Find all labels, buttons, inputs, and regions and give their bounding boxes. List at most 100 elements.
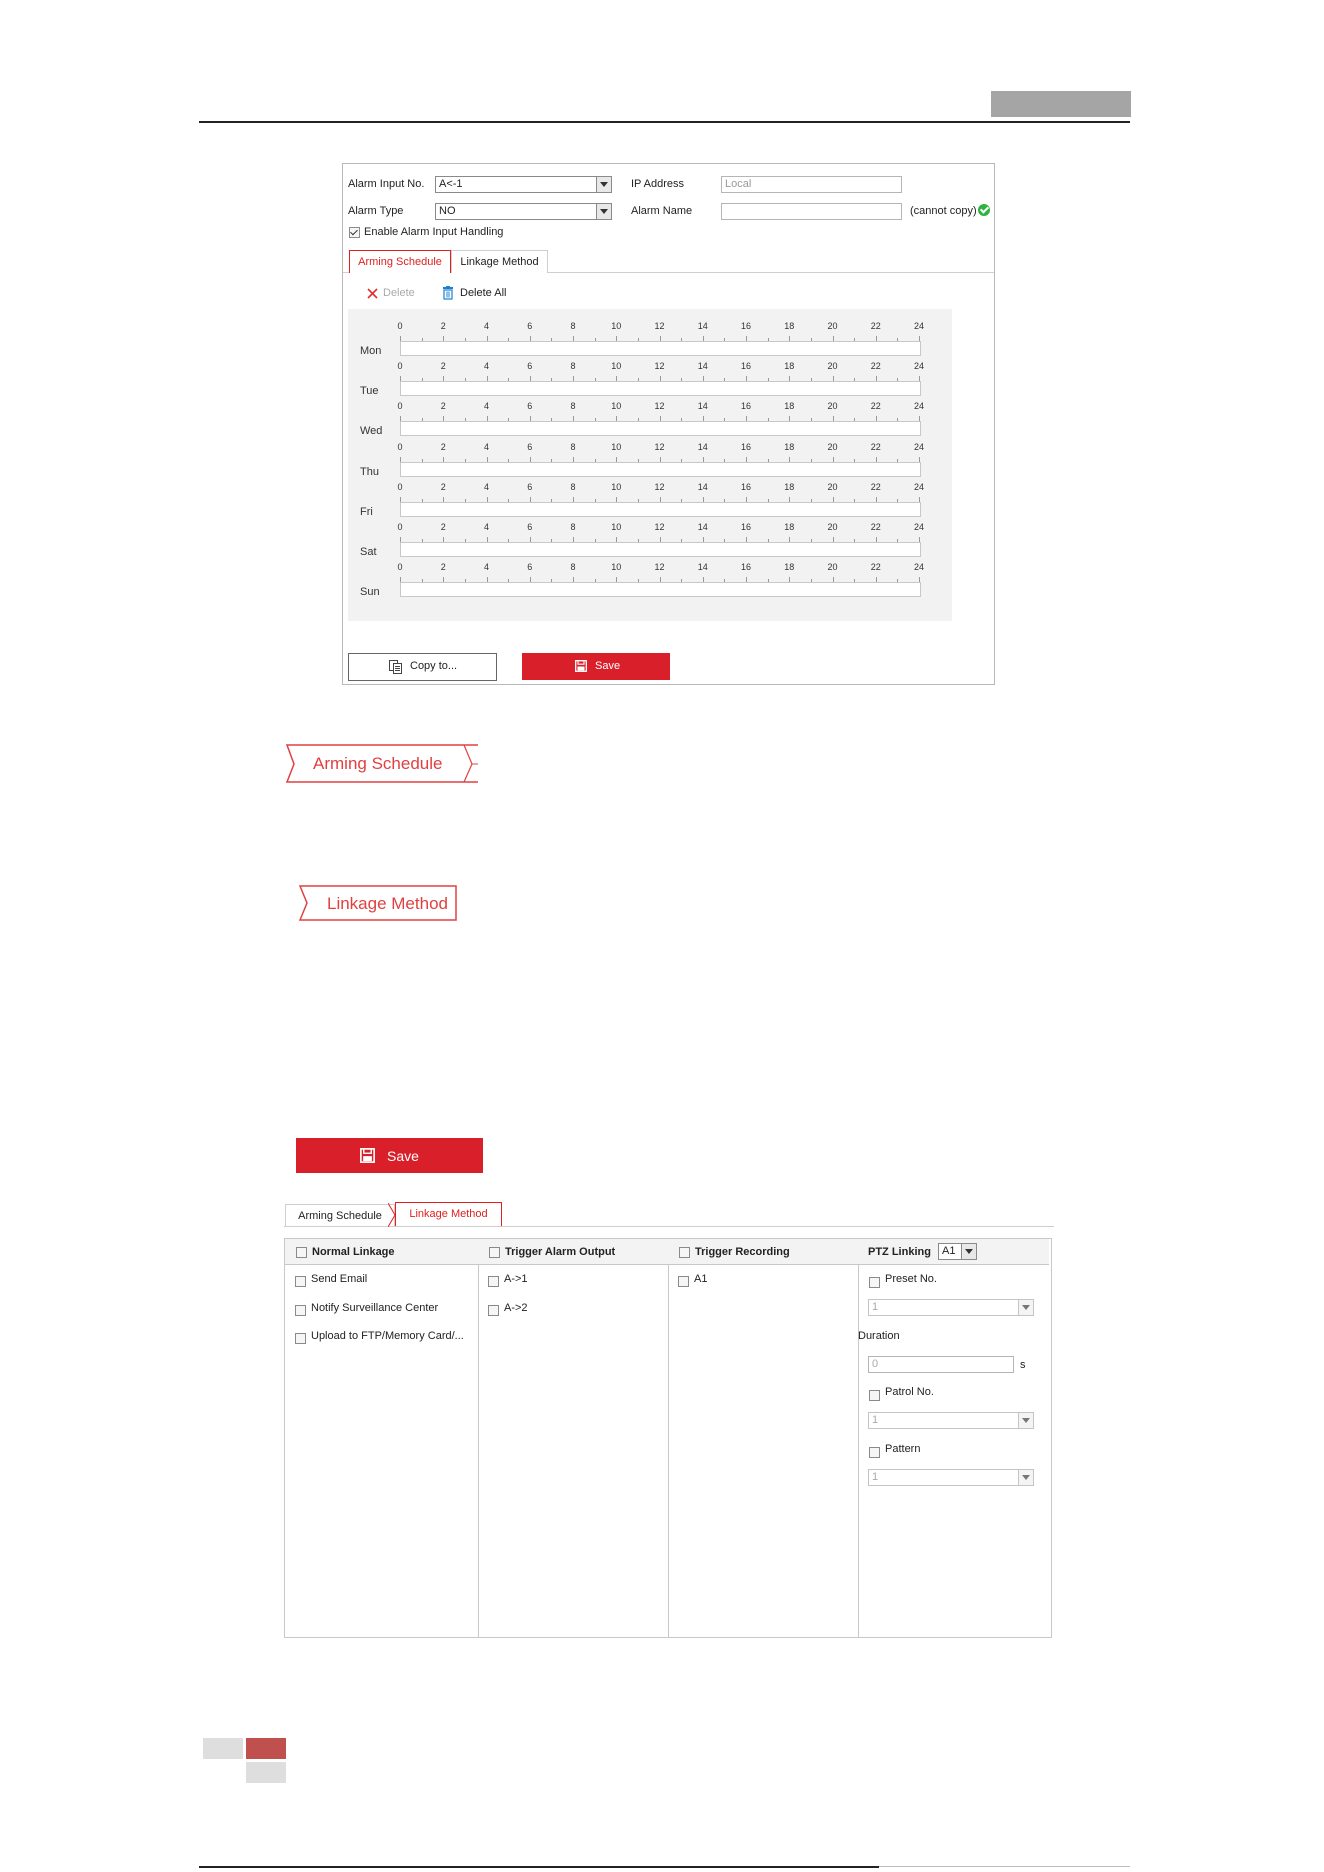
hour-label: 22 xyxy=(870,522,881,532)
save-button[interactable]: Save xyxy=(522,653,670,680)
schedule-timebar[interactable] xyxy=(400,582,921,598)
header-tab-block xyxy=(991,91,1131,117)
hour-label: 18 xyxy=(784,361,795,372)
hour-label: 12 xyxy=(654,481,665,492)
patrol-checkbox[interactable] xyxy=(869,1390,880,1401)
hour-label: 2 xyxy=(440,481,446,492)
chevron-down-icon[interactable] xyxy=(1018,1413,1033,1428)
hour-label: 24 xyxy=(913,481,925,492)
tab-linkage-method[interactable]: Linkage Method xyxy=(451,250,548,273)
save-label: Save xyxy=(387,1148,419,1164)
pattern-select[interactable]: 1 xyxy=(868,1469,1034,1486)
schedule-timebar[interactable] xyxy=(400,381,921,397)
normal-linkage-checkbox[interactable] xyxy=(296,1247,307,1258)
save-icon xyxy=(575,660,587,672)
schedule-timebar[interactable] xyxy=(400,421,921,437)
schedule-timebar[interactable] xyxy=(400,461,921,477)
hour-label: 22 xyxy=(870,361,881,372)
send-email-checkbox[interactable] xyxy=(295,1276,306,1287)
ptz-channel-select[interactable]: A1 xyxy=(938,1243,977,1260)
day-label: Mon xyxy=(360,345,382,357)
enable-alarm-checkbox[interactable] xyxy=(349,227,360,238)
alarm-type-value: NO xyxy=(439,205,456,217)
trigger-recording-header: Trigger Recording xyxy=(668,1239,858,1265)
list-item[interactable]: Notify Surveillance Center xyxy=(295,1302,465,1316)
send-email-label: Send Email xyxy=(311,1273,368,1285)
chevron-down-icon[interactable] xyxy=(596,177,611,192)
hour-label: 6 xyxy=(527,321,533,331)
list-item[interactable]: Upload to FTP/Memory Card/... xyxy=(295,1330,475,1344)
hour-label: 22 xyxy=(870,321,881,331)
hour-label: 16 xyxy=(740,441,752,452)
copy-to-label: Copy to... xyxy=(410,660,458,672)
output-a2-checkbox[interactable] xyxy=(488,1305,499,1316)
ip-address-field[interactable]: Local xyxy=(721,176,902,193)
preset-checkbox[interactable] xyxy=(869,1277,880,1288)
day-label: Tue xyxy=(360,385,379,398)
duration-value: 0 xyxy=(872,1358,879,1370)
schedule-timebar[interactable] xyxy=(400,542,921,557)
hour-label: 22 xyxy=(870,441,881,452)
trigger-alarm-output-checkbox[interactable] xyxy=(489,1247,500,1258)
hour-label: 6 xyxy=(527,481,533,492)
chevron-down-icon[interactable] xyxy=(961,1244,976,1259)
copy-to-button[interactable]: Copy to... xyxy=(348,653,497,681)
linkage-method-tab-large: Linkage Method xyxy=(299,885,457,921)
hour-label: 24 xyxy=(913,441,925,452)
duration-input[interactable]: 0 xyxy=(868,1356,1014,1373)
tab-linkage-method[interactable]: Linkage Method xyxy=(388,1202,502,1227)
duration-label: Duration xyxy=(858,1330,900,1342)
alarm-type-select[interactable]: NO xyxy=(435,203,612,220)
header-rule xyxy=(199,121,1130,123)
hour-label: 14 xyxy=(697,481,708,492)
duration-unit: s xyxy=(1020,1359,1026,1371)
copy-icon xyxy=(389,660,402,674)
hour-label: 0 xyxy=(397,321,403,331)
day-label: Sun xyxy=(360,586,380,599)
tab-arming-schedule[interactable]: Arming Schedule xyxy=(349,250,451,273)
hour-label: 10 xyxy=(611,361,622,372)
chevron-down-icon[interactable] xyxy=(596,204,611,219)
save-button-large[interactable]: Save xyxy=(296,1138,483,1173)
hour-label: 24 xyxy=(913,562,925,573)
hour-label: 12 xyxy=(654,401,665,412)
pattern-value: 1 xyxy=(872,1471,879,1483)
schedule-timebar[interactable] xyxy=(400,341,921,356)
trigger-recording-checkbox[interactable] xyxy=(679,1247,690,1258)
ip-address-value: Local xyxy=(725,178,752,190)
list-item[interactable]: A1 xyxy=(678,1273,728,1287)
alarm-name-field[interactable] xyxy=(721,203,902,220)
output-a1-label: A->1 xyxy=(504,1273,528,1285)
list-item[interactable]: A->1 xyxy=(488,1273,548,1287)
hour-label: 2 xyxy=(440,401,446,412)
preset-select[interactable]: 1 xyxy=(868,1299,1034,1316)
ptz-linking-column: PTZ Linking A1 Preset No. 1 Duration 0 s… xyxy=(858,1239,1049,1637)
delete-button[interactable]: Delete xyxy=(367,286,427,302)
hour-label: 16 xyxy=(740,321,752,331)
hour-label: 6 xyxy=(527,522,533,532)
alarm-input-no-select[interactable]: A<-1 xyxy=(435,176,612,193)
hour-label: 14 xyxy=(697,321,708,331)
upload-ftp-checkbox[interactable] xyxy=(295,1333,306,1344)
hour-label: 6 xyxy=(527,562,533,573)
footer-rule xyxy=(879,1866,1130,1867)
schedule-timebar[interactable] xyxy=(400,501,921,517)
pattern-checkbox[interactable] xyxy=(869,1447,880,1458)
save-label: Save xyxy=(595,660,621,672)
delete-all-button[interactable]: Delete All xyxy=(442,286,512,302)
output-a1-checkbox[interactable] xyxy=(488,1276,499,1287)
notify-center-checkbox[interactable] xyxy=(295,1305,306,1316)
list-item[interactable]: A->2 xyxy=(488,1302,548,1316)
hour-label: 20 xyxy=(827,522,838,532)
patrol-select[interactable]: 1 xyxy=(868,1412,1034,1429)
arming-schedule-tab-large: Arming Schedule xyxy=(286,744,478,784)
hour-label: 0 xyxy=(397,522,403,532)
record-a1-checkbox[interactable] xyxy=(678,1276,689,1287)
chevron-down-icon[interactable] xyxy=(1018,1300,1033,1315)
chevron-down-icon[interactable] xyxy=(1018,1470,1033,1485)
ptz-channel-value: A1 xyxy=(942,1245,956,1257)
hour-label: 18 xyxy=(784,321,795,331)
hour-label: 24 xyxy=(913,361,925,372)
tab-arming-schedule[interactable]: Arming Schedule xyxy=(285,1204,395,1227)
hour-label: 16 xyxy=(740,361,752,372)
